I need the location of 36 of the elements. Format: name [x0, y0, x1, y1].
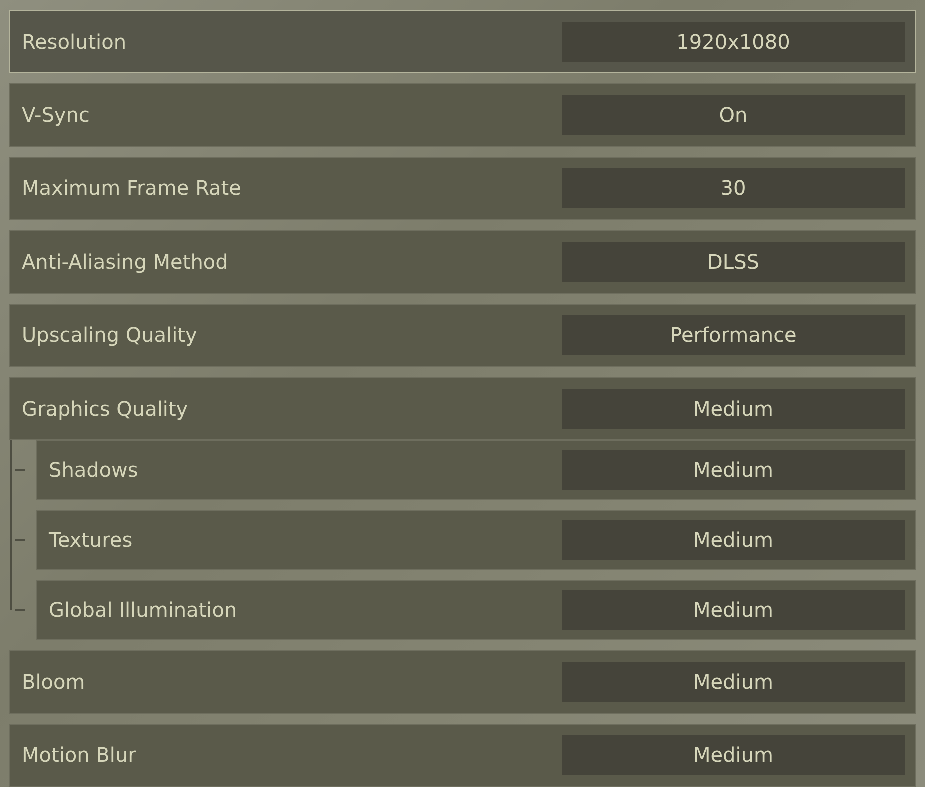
- setting-row[interactable]: Graphics Quality Medium: [9, 376, 916, 440]
- setting-row[interactable]: Motion Blur Medium: [9, 724, 916, 787]
- setting-row[interactable]: Upscaling Quality Performance: [9, 304, 916, 367]
- setting-row[interactable]: Textures Medium: [36, 510, 916, 570]
- setting-value[interactable]: DLSS: [562, 242, 905, 282]
- setting-row[interactable]: Bloom Medium: [9, 650, 916, 714]
- setting-label: Upscaling Quality: [22, 323, 198, 348]
- tree-branch: [15, 609, 25, 612]
- setting-value[interactable]: 1920x1080: [562, 22, 905, 62]
- setting-value[interactable]: Medium: [562, 590, 905, 630]
- setting-label: Shadows: [49, 458, 138, 482]
- setting-label: Anti-Aliasing Method: [22, 250, 228, 274]
- setting-label: Textures: [49, 528, 133, 552]
- setting-label: Resolution: [22, 30, 127, 54]
- setting-label: Motion Blur: [22, 743, 136, 768]
- setting-label: V-Sync: [22, 103, 90, 128]
- setting-value[interactable]: Medium: [562, 450, 905, 490]
- setting-value[interactable]: Medium: [562, 388, 905, 429]
- setting-label: Bloom: [22, 670, 86, 694]
- setting-row[interactable]: Shadows Medium: [36, 440, 916, 500]
- setting-row[interactable]: Anti-Aliasing Method DLSS: [9, 230, 916, 294]
- tree-branch: [15, 539, 25, 542]
- tree-branch: [15, 469, 25, 472]
- setting-value[interactable]: Performance: [562, 315, 905, 356]
- setting-value[interactable]: 30: [562, 168, 905, 208]
- setting-label: Graphics Quality: [22, 396, 188, 421]
- setting-label: Maximum Frame Rate: [22, 176, 242, 200]
- setting-row[interactable]: Maximum Frame Rate 30: [9, 156, 916, 220]
- setting-row[interactable]: Resolution 1920x1080: [9, 10, 916, 74]
- setting-value[interactable]: Medium: [562, 735, 905, 776]
- setting-row[interactable]: V-Sync On: [9, 83, 916, 147]
- setting-value[interactable]: Medium: [562, 520, 905, 560]
- setting-value[interactable]: Medium: [562, 662, 905, 702]
- setting-label: Global Illumination: [49, 598, 238, 622]
- setting-row[interactable]: Global Illumination Medium: [36, 580, 916, 640]
- setting-value[interactable]: On: [562, 95, 905, 136]
